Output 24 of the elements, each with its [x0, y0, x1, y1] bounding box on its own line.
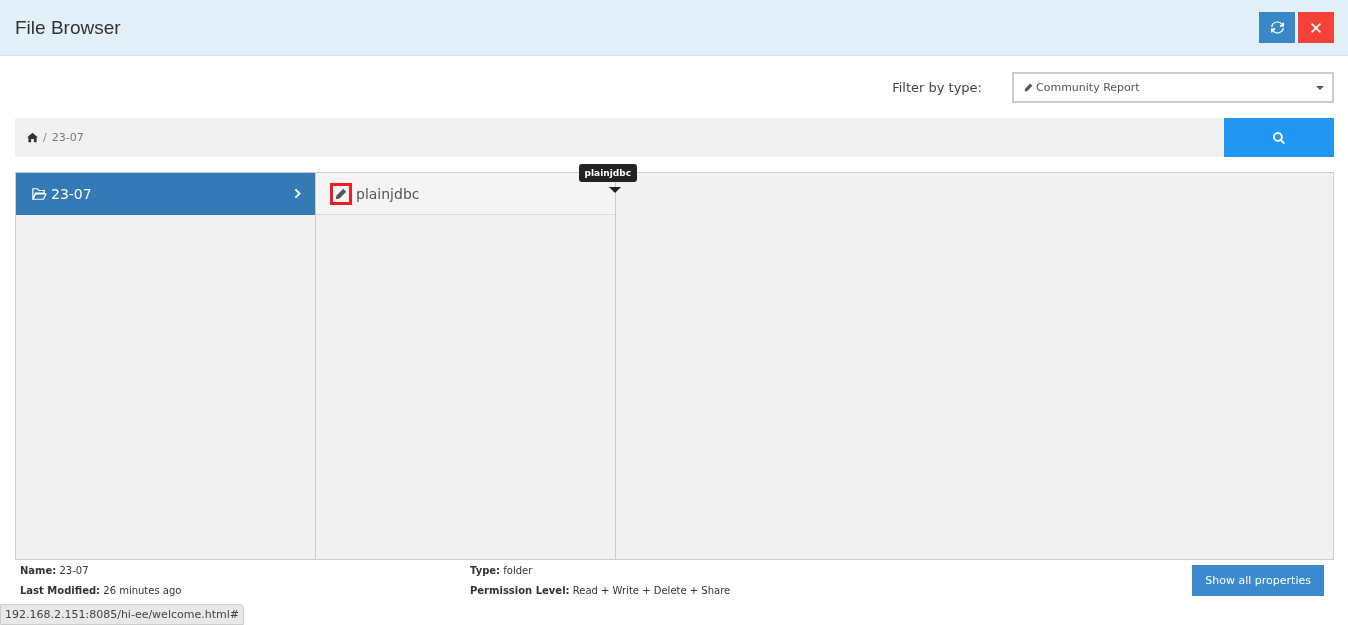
folder-icon	[31, 186, 47, 201]
breadcrumb-link[interactable]: 23-07	[51, 131, 84, 144]
refresh-icon	[1270, 21, 1284, 34]
status-bar-url: 192.168.2.151:8085/hi-ee/welcome.html#	[0, 604, 244, 625]
window-title: File Browser	[15, 16, 121, 39]
property-text: Last Modified: 26 minutes ago	[20, 585, 183, 596]
close-icon	[1311, 22, 1321, 33]
home-icon	[27, 132, 38, 143]
filter-label: Filter by type:	[892, 80, 982, 95]
breadcrumb-separator: /	[43, 131, 47, 144]
tooltip-pointer	[609, 187, 621, 193]
close-button[interactable]	[1298, 12, 1334, 43]
refresh-button[interactable]	[1259, 12, 1295, 43]
property-text: Name: 23-07	[20, 565, 90, 576]
property-text: Permission Level: Read + Write + Delete + Share	[470, 585, 732, 596]
folder-item[interactable]: 23-07	[16, 173, 315, 215]
show-properties-button[interactable]: Show all properties	[1192, 565, 1324, 596]
pencil-icon	[335, 187, 347, 200]
pencil-icon	[1024, 83, 1033, 92]
caret-icon	[1316, 83, 1324, 92]
search-icon	[1273, 131, 1285, 144]
tooltip: plainjdbc	[578, 164, 637, 182]
property-text: Type: folder	[470, 565, 534, 576]
type-dropdown[interactable]: Community Report	[1012, 72, 1334, 103]
